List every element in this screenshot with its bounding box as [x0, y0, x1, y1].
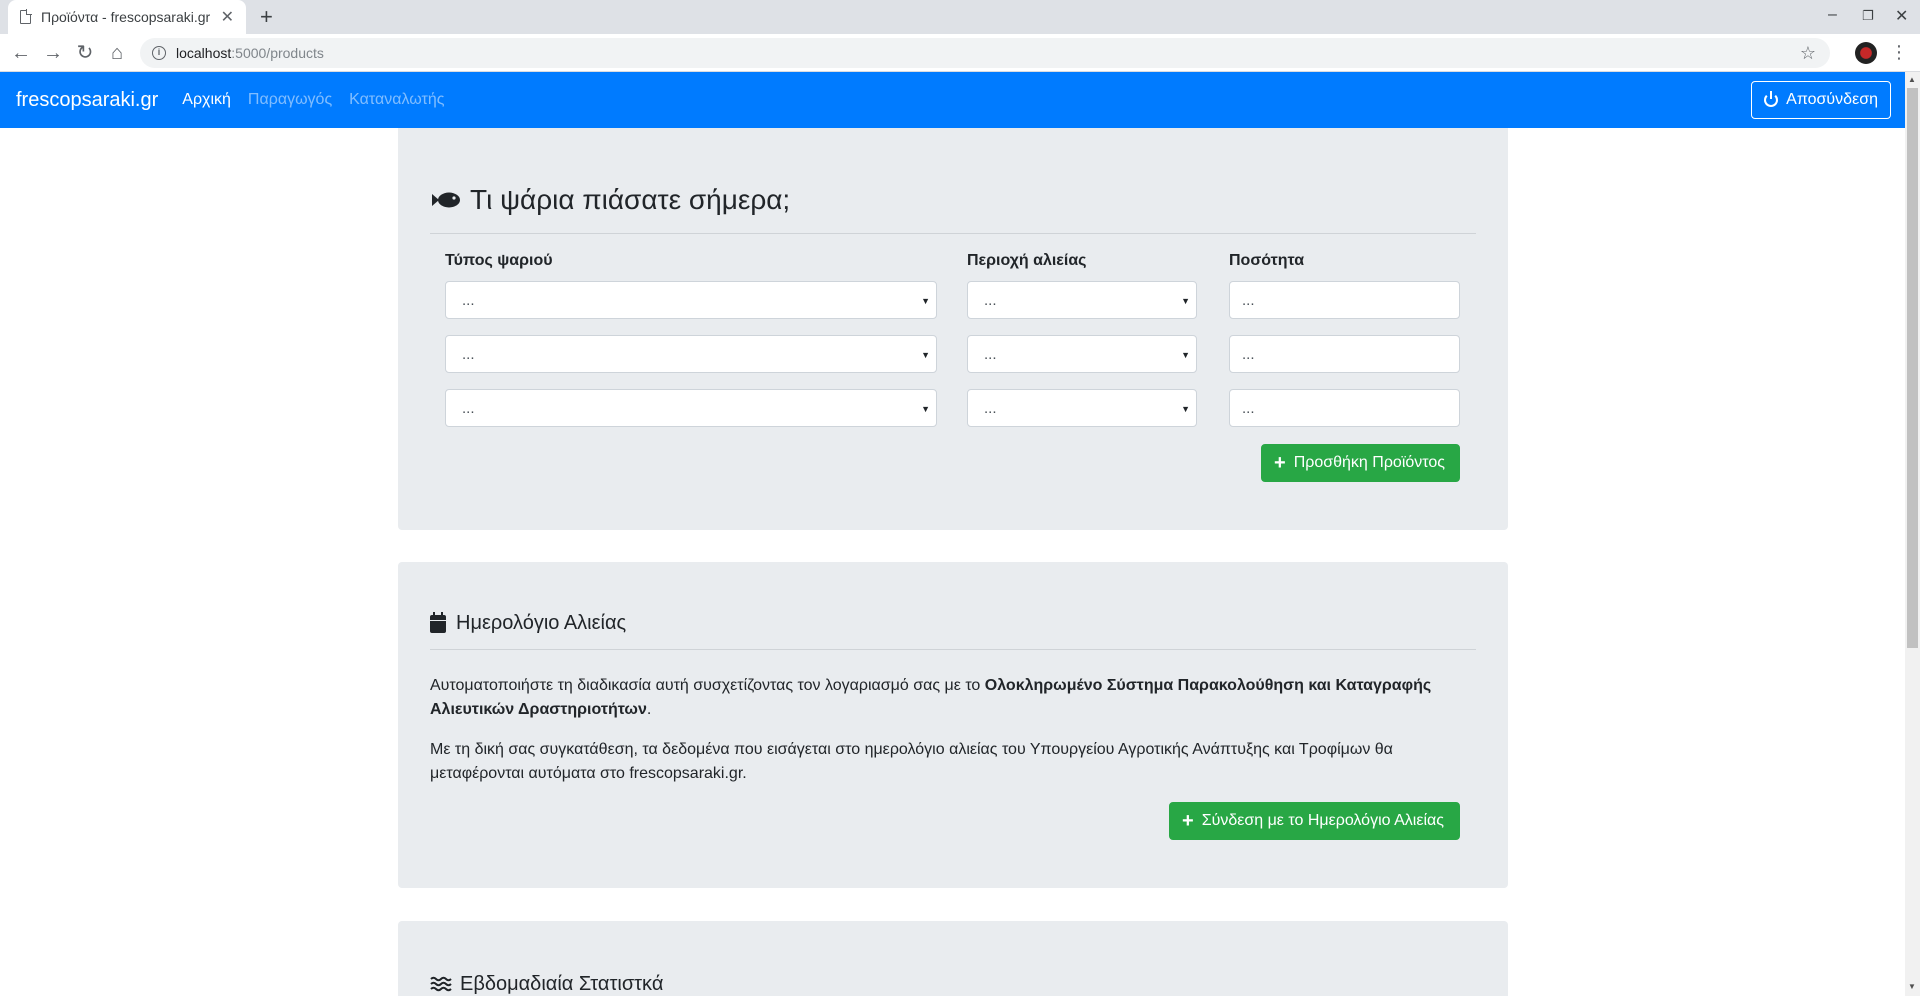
browser-menu-icon[interactable]: ⋮ — [1890, 42, 1908, 63]
fish-icon — [432, 192, 460, 207]
catch-form-card: Τι ψάρια πιάσατε σήμερα; Τύπος ψαριού Πε… — [398, 128, 1508, 530]
catch-form-title: Τι ψάρια πιάσατε σήμερα; — [470, 183, 791, 215]
fishing-area-select[interactable]: ... ▼ — [967, 389, 1197, 427]
logbook-title: Ημερολόγιο Αλιείας — [456, 612, 627, 634]
dropdown-caret-icon: ▼ — [921, 350, 930, 360]
restore-icon[interactable]: ❐ — [1862, 8, 1874, 24]
logbook-intro-post: . — [646, 701, 652, 718]
home-icon[interactable]: ⌂ — [104, 40, 130, 66]
close-tab-icon[interactable]: ✕ — [221, 7, 234, 27]
fishing-area-value: ... — [984, 291, 997, 309]
nav-link-producer[interactable]: Παραγωγός — [248, 91, 332, 109]
fishing-area-select[interactable]: ... ▼ — [967, 335, 1197, 373]
logbook-header: Ημερολόγιο Αλιείας — [430, 606, 1476, 650]
quantity-value: ... — [1242, 399, 1255, 417]
quantity-label: Ποσότητα — [1229, 252, 1305, 269]
forward-icon[interactable]: → — [40, 40, 66, 66]
calendar-icon — [430, 611, 446, 633]
add-product-label: Προσθήκη Προϊόντος — [1293, 454, 1445, 471]
scroll-thumb[interactable] — [1907, 88, 1918, 648]
add-product-button[interactable]: + Προσθήκη Προϊόντος — [1261, 444, 1460, 482]
logbook-intro-pre: Αυτοματοποιήστε τη διαδικασία αυτή συσχε… — [430, 677, 985, 694]
dropdown-caret-icon: ▼ — [1181, 404, 1190, 414]
catch-form-header: Τι ψάρια πιάσατε σήμερα; — [430, 176, 1476, 234]
logbook-consent-text: Με τη δική σας συγκατάθεση, τα δεδομένα … — [430, 741, 1393, 782]
page-icon — [20, 9, 32, 24]
browser-tabstrip: Προϊόντα - frescopsaraki.gr ✕ + – ❐ ✕ — [0, 0, 1920, 34]
fish-type-value: ... — [462, 399, 475, 417]
app-navbar: frescopsaraki.gr Αρχική Παραγωγός Κατανα… — [0, 72, 1905, 128]
fish-type-select[interactable]: ... ▼ — [445, 281, 937, 319]
window-close-icon[interactable]: ✕ — [1895, 6, 1908, 26]
url-path: :5000/products — [231, 45, 324, 61]
quantity-input[interactable]: ... — [1229, 389, 1460, 427]
dropdown-caret-icon: ▼ — [1181, 350, 1190, 360]
power-icon — [1764, 91, 1779, 107]
logout-label: Αποσύνδεση — [1786, 91, 1878, 108]
profile-avatar[interactable] — [1855, 42, 1877, 64]
fish-type-label: Τύπος ψαριού — [445, 252, 553, 269]
fishing-area-value: ... — [984, 345, 997, 363]
brand-logo[interactable]: frescopsaraki.gr — [16, 89, 158, 112]
logbook-card: Ημερολόγιο Αλιείας Αυτοματοποιήστε τη δι… — [398, 562, 1508, 888]
fish-type-value: ... — [462, 345, 475, 363]
fishing-area-label: Περιοχή αλιείας — [967, 252, 1087, 269]
browser-tab[interactable]: Προϊόντα - frescopsaraki.gr ✕ — [8, 0, 246, 34]
logbook-intro-text: Αυτοματοποιήστε τη διαδικασία αυτή συσχε… — [430, 674, 1450, 722]
logout-button[interactable]: Αποσύνδεση — [1751, 81, 1891, 119]
page-scrollbar[interactable]: ▲ ▼ — [1905, 72, 1920, 996]
address-bar[interactable]: i localhost :5000/products ☆ — [140, 38, 1830, 68]
plus-icon: + — [1274, 452, 1286, 474]
back-icon[interactable]: ← — [8, 40, 34, 66]
fish-type-select[interactable]: ... ▼ — [445, 389, 937, 427]
tab-title: Προϊόντα - frescopsaraki.gr — [40, 9, 211, 25]
fish-type-value: ... — [462, 291, 475, 309]
plus-icon: + — [1182, 810, 1194, 832]
reload-icon[interactable]: ↻ — [72, 40, 98, 66]
scroll-down-icon[interactable]: ▼ — [1908, 982, 1916, 991]
connect-logbook-button[interactable]: + Σύνδεση με το Ημερολόγιο Αλιείας — [1169, 802, 1460, 840]
dropdown-caret-icon: ▼ — [1181, 296, 1190, 306]
fish-type-select[interactable]: ... ▼ — [445, 335, 937, 373]
quantity-value: ... — [1242, 291, 1255, 309]
weekly-stats-card: Εβδομαδιαία Στατιστκά — [398, 921, 1508, 996]
waves-icon — [430, 976, 452, 992]
fishing-area-value: ... — [984, 399, 997, 417]
quantity-input[interactable]: ... — [1229, 281, 1460, 319]
dropdown-caret-icon: ▼ — [921, 296, 930, 306]
weekly-stats-header: Εβδομαδιαία Στατιστκά — [430, 969, 1476, 996]
weekly-stats-title: Εβδομαδιαία Στατιστκά — [460, 972, 664, 995]
nav-link-home[interactable]: Αρχική — [182, 91, 231, 109]
browser-toolbar: ← → ↻ ⌂ i localhost :5000/products ☆ ⋮ — [0, 34, 1920, 72]
site-info-icon[interactable]: i — [152, 46, 166, 60]
connect-logbook-label: Σύνδεση με το Ημερολόγιο Αλιείας — [1201, 812, 1444, 829]
fishing-area-select[interactable]: ... ▼ — [967, 281, 1197, 319]
quantity-input[interactable]: ... — [1229, 335, 1460, 373]
url-host: localhost — [176, 45, 232, 61]
quantity-value: ... — [1242, 345, 1255, 363]
nav-link-consumer[interactable]: Καταναλωτής — [349, 91, 444, 109]
scroll-up-icon[interactable]: ▲ — [1908, 75, 1916, 84]
new-tab-icon[interactable]: + — [260, 4, 273, 30]
minimize-icon[interactable]: – — [1828, 6, 1837, 24]
bookmark-star-icon[interactable]: ☆ — [1800, 43, 1816, 64]
dropdown-caret-icon: ▼ — [921, 404, 930, 414]
